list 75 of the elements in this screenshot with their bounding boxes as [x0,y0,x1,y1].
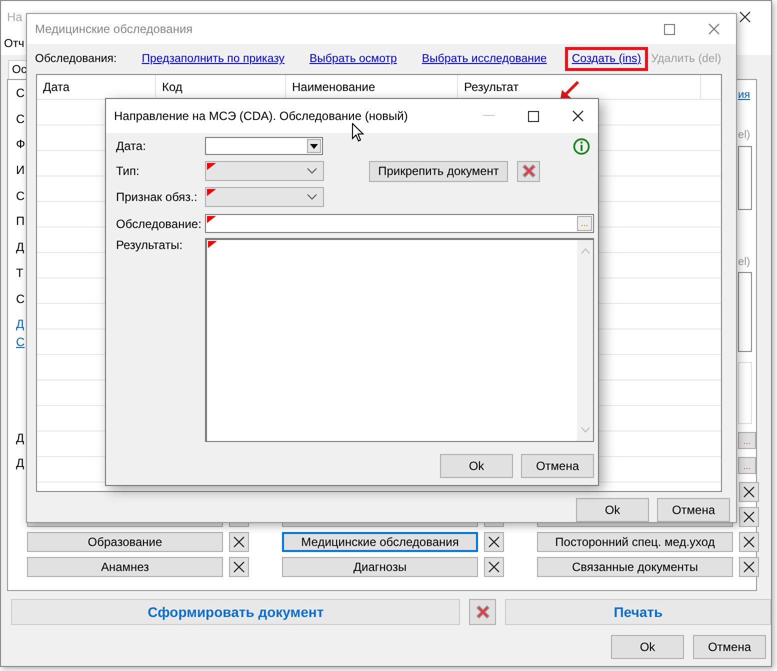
cross-icon [488,561,500,573]
field-label: Обследование: [116,216,202,230]
list-box[interactable] [738,272,752,352]
field-label: С [16,112,26,128]
ok-button[interactable]: Ok [440,454,513,478]
section-button[interactable]: Посторонний спец. мед.уход [537,532,733,552]
delete-button[interactable] [469,599,496,625]
text-area[interactable] [205,238,594,442]
field-label: Тип: [116,164,140,178]
chevron-down-icon [307,168,317,174]
delete-icon [474,604,491,620]
remove-button[interactable] [484,532,504,552]
link[interactable]: Предзаполнить по приказу [134,47,292,71]
link[interactable]: Д [16,317,26,336]
cross-icon [743,561,755,573]
cross-icon [233,561,245,573]
cross-icon [488,536,500,548]
field-label: Результаты: [116,238,184,252]
section-button[interactable]: Анамнез [27,557,223,577]
remove-button[interactable] [229,557,249,577]
close-icon[interactable] [572,110,584,122]
section-button[interactable]: Медицинские обследования [282,532,478,552]
toolbar-label: Обследования: [35,53,117,65]
cancel-button[interactable]: Отмена [693,635,766,659]
maximize-icon[interactable] [528,110,539,122]
field-label: С [16,188,26,205]
delete-button[interactable] [517,160,540,182]
chevron-down-icon [307,194,317,200]
window-title: Направление на МСЭ (CDA). Обследование (новый) [114,109,408,123]
field-label: И [16,163,26,180]
close-icon[interactable] [739,11,751,23]
field-label: П [16,214,26,230]
attach-document-button[interactable]: Прикрепить документ [369,160,508,182]
generate-document-button[interactable]: Сформировать документ [11,599,460,625]
field-label: Д [16,430,26,447]
field-label: Дата: [116,139,147,153]
field-label: Ф [16,137,26,154]
ok-button[interactable]: Ok [611,635,684,659]
section-button[interactable]: Диагнозы [282,557,478,577]
section-button[interactable]: Связанные документы [537,557,733,577]
menu-item[interactable]: Отч [4,38,24,50]
cancel-button[interactable]: Отмена [521,454,594,478]
field-label: Признак обяз.: [116,190,198,204]
cross-icon [743,511,755,523]
remove-button[interactable] [484,557,504,577]
window-title: На [7,10,22,24]
remove-button[interactable] [229,532,249,552]
group-box [738,362,752,424]
field-label: Т [16,266,24,282]
remove-button[interactable] [739,532,759,552]
section-button[interactable]: Образование [27,532,223,552]
link[interactable]: Выбрать осмотр [302,47,404,71]
delete-icon [520,163,536,179]
dropdown-icon[interactable] [307,139,321,153]
list-box[interactable] [738,146,752,210]
cross-icon [743,486,755,498]
field-label: Д [16,240,26,256]
field-label: С [16,292,26,308]
date-field[interactable] [205,137,323,155]
link[interactable]: Выбрать исследование [414,47,554,71]
print-button[interactable]: Печать [505,599,771,625]
link[interactable]: Создать (ins) [564,47,648,71]
link[interactable]: С [16,335,26,354]
cross-icon [233,536,245,548]
ok-button[interactable]: Ok [576,498,649,522]
field-label: С [16,86,26,102]
cancel-button[interactable]: Отмена [657,498,730,522]
link[interactable]: ия [738,88,750,102]
cross-icon [743,536,755,548]
remove-button[interactable] [739,482,759,502]
info-icon[interactable] [573,138,590,154]
remove-button[interactable] [739,507,759,527]
remove-button[interactable] [739,557,759,577]
window-title: Медицинские обследования [35,22,193,36]
field-label: Д [16,456,26,472]
